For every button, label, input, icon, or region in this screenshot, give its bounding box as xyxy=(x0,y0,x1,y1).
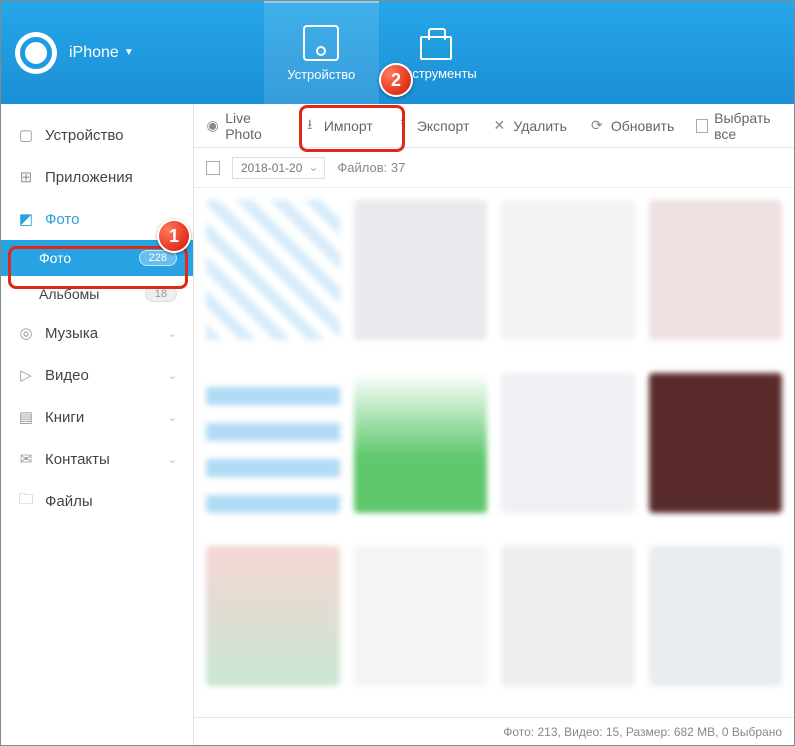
date-filter-dropdown[interactable]: 2018-01-20 xyxy=(232,157,325,179)
live-photo-label: Live Photo xyxy=(225,110,280,142)
books-icon: ▤ xyxy=(17,408,35,426)
checkbox-icon xyxy=(696,119,708,133)
phone-icon xyxy=(303,25,339,61)
files-icon: 🗀 xyxy=(17,492,35,510)
refresh-button[interactable]: ⟳ Обновить xyxy=(589,118,674,134)
photo-thumb[interactable] xyxy=(501,546,635,686)
sidebar-item-video[interactable]: ▷ Видео ⌄ xyxy=(1,354,193,396)
export-label: Экспорт xyxy=(417,118,470,134)
sidebar-item-books[interactable]: ▤ Книги ⌄ xyxy=(1,396,193,438)
chevron-down-icon: ⌄ xyxy=(168,453,177,466)
main-body: ▢ Устройство ⊞ Приложения ◩ Фото ⌄ Фото … xyxy=(1,104,794,745)
music-icon: ◎ xyxy=(17,324,35,342)
import-button[interactable]: ⭳ Импорт xyxy=(302,118,373,134)
delete-button[interactable]: ✕ Удалить xyxy=(491,118,566,134)
sidebar-label: Файлы xyxy=(45,493,93,510)
annotation-badge-1: 1 xyxy=(157,219,191,253)
sidebar-item-files[interactable]: 🗀 Файлы xyxy=(1,480,193,522)
photo-thumb[interactable] xyxy=(649,373,783,513)
main-content: ◉ Live Photo ⭳ Импорт ⭱ Экспорт ✕ Удалит… xyxy=(194,104,794,745)
device-name: iPhone xyxy=(69,44,119,62)
delete-label: Удалить xyxy=(513,118,566,134)
photo-icon: ◩ xyxy=(17,210,35,228)
chevron-down-icon: ▼ xyxy=(124,47,134,58)
refresh-icon: ⟳ xyxy=(589,118,605,134)
photo-thumb[interactable] xyxy=(501,200,635,340)
sidebar-label: Контакты xyxy=(45,451,110,468)
export-icon: ⭱ xyxy=(395,118,411,134)
sub-label: Фото xyxy=(39,250,71,266)
photo-thumb[interactable] xyxy=(649,546,783,686)
sidebar-label: Музыка xyxy=(45,325,98,342)
sidebar-item-apps[interactable]: ⊞ Приложения xyxy=(1,156,193,198)
contacts-icon: ✉ xyxy=(17,450,35,468)
count-badge: 18 xyxy=(145,286,177,302)
apps-icon: ⊞ xyxy=(17,168,35,186)
header-tabs: Устройство Инструменты xyxy=(264,1,494,104)
sidebar-item-contacts[interactable]: ✉ Контакты ⌄ xyxy=(1,438,193,480)
photo-thumb[interactable] xyxy=(354,546,488,686)
chevron-down-icon: ⌄ xyxy=(168,327,177,340)
status-bar: Фото: 213, Видео: 15, Размер: 682 MB, 0 … xyxy=(194,717,794,745)
sidebar-label: Фото xyxy=(45,211,79,228)
tab-device[interactable]: Устройство xyxy=(264,1,379,104)
photo-thumb[interactable] xyxy=(206,200,340,340)
photo-thumb[interactable] xyxy=(501,373,635,513)
sidebar: ▢ Устройство ⊞ Приложения ◩ Фото ⌄ Фото … xyxy=(1,104,194,745)
sidebar-item-device[interactable]: ▢ Устройство xyxy=(1,114,193,156)
select-all-label: Выбрать все xyxy=(714,110,782,142)
photo-grid xyxy=(194,188,794,717)
live-photo-icon: ◉ xyxy=(206,118,219,134)
import-icon: ⭳ xyxy=(302,118,318,134)
select-all-button[interactable]: Выбрать все xyxy=(696,110,782,142)
live-photo-button[interactable]: ◉ Live Photo xyxy=(206,110,280,142)
delete-icon: ✕ xyxy=(491,118,507,134)
sidebar-label: Книги xyxy=(45,409,84,426)
sidebar-sub-albums[interactable]: Альбомы 18 xyxy=(1,276,193,312)
photo-thumb[interactable] xyxy=(354,373,488,513)
photo-thumb[interactable] xyxy=(206,373,340,513)
chevron-down-icon: ⌄ xyxy=(168,369,177,382)
photo-thumb[interactable] xyxy=(649,200,783,340)
sidebar-label: Устройство xyxy=(45,127,123,144)
toolbox-icon xyxy=(418,24,454,60)
device-icon: ▢ xyxy=(17,126,35,144)
tab-device-label: Устройство xyxy=(287,67,355,82)
sidebar-label: Видео xyxy=(45,367,89,384)
refresh-label: Обновить xyxy=(611,118,674,134)
export-button[interactable]: ⭱ Экспорт xyxy=(395,118,470,134)
toolbar: ◉ Live Photo ⭳ Импорт ⭱ Экспорт ✕ Удалит… xyxy=(194,104,794,148)
photo-thumb[interactable] xyxy=(354,200,488,340)
filter-bar: 2018-01-20 Файлов: 37 xyxy=(194,148,794,188)
import-label: Импорт xyxy=(324,118,373,134)
select-page-checkbox[interactable] xyxy=(206,161,220,175)
sidebar-item-music[interactable]: ◎ Музыка ⌄ xyxy=(1,312,193,354)
file-count-label: Файлов: 37 xyxy=(337,160,405,175)
chevron-down-icon: ⌄ xyxy=(168,411,177,424)
photo-thumb[interactable] xyxy=(206,546,340,686)
date-value: 2018-01-20 xyxy=(241,161,302,175)
sidebar-label: Приложения xyxy=(45,169,133,186)
app-logo-icon xyxy=(15,32,57,74)
sub-label: Альбомы xyxy=(39,286,99,302)
app-window: iPhone ▼ Устройство Инструменты ▢ Устрой… xyxy=(0,0,795,746)
device-dropdown[interactable]: iPhone ▼ xyxy=(69,44,134,62)
annotation-badge-2: 2 xyxy=(379,63,413,97)
video-icon: ▷ xyxy=(17,366,35,384)
status-text: Фото: 213, Видео: 15, Размер: 682 MB, 0 … xyxy=(503,725,782,739)
